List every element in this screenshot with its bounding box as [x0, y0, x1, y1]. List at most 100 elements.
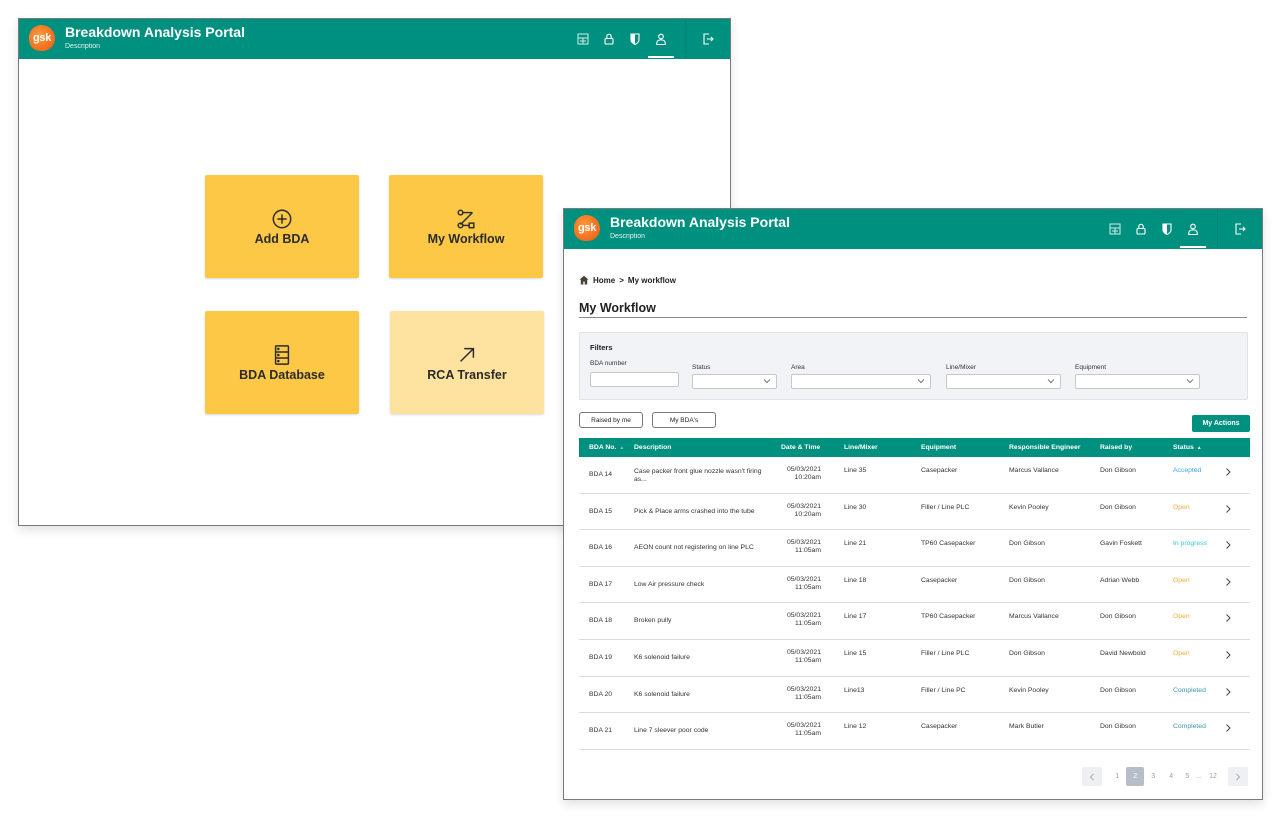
my-actions-button[interactable]: My Actions — [1192, 415, 1250, 432]
open-row-button[interactable] — [1224, 687, 1234, 697]
table-row[interactable]: BDA 21 Line 7 sleever poor code 05/03/2021… — [579, 713, 1250, 750]
breadcrumb-home[interactable]: Home — [593, 276, 615, 285]
logout-button[interactable] — [696, 19, 720, 59]
col-description[interactable]: Description — [634, 444, 671, 451]
page-3[interactable]: 3 — [1144, 767, 1162, 786]
bda-number-input[interactable] — [590, 372, 679, 387]
plus-circle-icon — [272, 209, 292, 228]
logout-button[interactable] — [1228, 209, 1252, 249]
nav-shield[interactable] — [1155, 209, 1179, 249]
tile-label: My Workflow — [427, 231, 505, 246]
responsible-engineer: Marcus Vallance — [1009, 467, 1059, 474]
raised-by: Don Gibson — [1100, 613, 1136, 621]
nav-dashboard[interactable] — [1103, 209, 1127, 249]
nav-lock[interactable] — [1129, 209, 1153, 249]
workflow-icon — [457, 209, 475, 228]
page-2-current[interactable]: 2 — [1126, 767, 1145, 786]
status-badge: Open — [1173, 649, 1190, 657]
table-row[interactable]: BDA 16 AEON count not registering on line… — [579, 530, 1250, 567]
tile-my-workflow[interactable]: My Workflow — [389, 175, 543, 278]
chevron-right-icon — [1226, 687, 1231, 696]
nav-dashboard[interactable] — [571, 19, 595, 59]
bda-number: BDA 14 — [589, 471, 613, 478]
col-line-mixer[interactable]: Line/Mixer — [844, 444, 878, 451]
chevron-right-icon — [1226, 651, 1231, 659]
raised-by: Gavin Foskett — [1100, 540, 1142, 548]
open-row-button[interactable] — [1224, 650, 1234, 660]
shield-icon — [1162, 223, 1172, 235]
equipment: Casepacker — [921, 723, 958, 731]
database-icon — [274, 344, 290, 365]
pagination: 1 2 3 4 5 ... 12 — [1082, 767, 1248, 786]
equipment: Filler / Line PC — [921, 686, 966, 694]
chevron-right-icon — [1226, 468, 1231, 476]
time: 11:05am — [795, 656, 821, 664]
line-mixer: Line 12 — [844, 723, 867, 731]
nav-lock[interactable] — [597, 19, 621, 59]
col-bda-no[interactable]: BDA No. ▲ — [589, 444, 624, 451]
date: 05/03/2021 — [786, 685, 821, 693]
logout-icon — [703, 33, 714, 45]
app-title: Breakdown Analysis Portal — [610, 214, 790, 230]
raised-by-me-button[interactable]: Raised by me — [579, 412, 643, 428]
description: Case packer front glue nozzle wasn't fir… — [634, 468, 762, 483]
open-row-button[interactable] — [1224, 504, 1234, 514]
date-time: 05/03/2021 11:05am — [769, 539, 821, 555]
page-4[interactable]: 4 — [1162, 767, 1180, 786]
area-select[interactable] — [791, 374, 931, 389]
raised-by: Don Gibson — [1100, 723, 1136, 731]
app-subtitle: Description — [610, 233, 646, 240]
status-select[interactable] — [692, 374, 777, 389]
table-row[interactable]: BDA 18 Broken pully 05/03/2021 11:05am Line … — [579, 603, 1250, 640]
table-row[interactable]: BDA 19 K6 solenoid failure 05/03/2021 11:05… — [579, 640, 1250, 677]
nav-user[interactable] — [1180, 209, 1206, 249]
col-equipment[interactable]: Equipment — [921, 444, 956, 451]
line-mixer: Line 17 — [844, 613, 867, 621]
tile-rca-transfer[interactable]: RCA Transfer — [390, 311, 544, 414]
time: 10:20am — [794, 510, 821, 518]
table-row[interactable]: BDA 17 Low Air pressure check 05/03/2021 11… — [579, 567, 1250, 604]
col-date-time[interactable]: Date & Time — [781, 444, 820, 451]
nav-shield[interactable] — [623, 19, 647, 59]
open-row-button[interactable] — [1224, 723, 1234, 733]
page-5[interactable]: 5 — [1180, 767, 1194, 786]
equipment-select[interactable] — [1075, 374, 1200, 389]
open-row-button[interactable] — [1224, 577, 1234, 587]
line-mixer: Line 21 — [844, 540, 867, 548]
sort-asc-icon: ▲ — [1196, 445, 1202, 451]
col-raised-by[interactable]: Raised by — [1100, 444, 1132, 451]
table-row[interactable]: BDA 20 K6 solenoid failure 05/03/2021 11:05… — [579, 677, 1250, 714]
table-row[interactable]: BDA 15 Pick & Place arms crashed into the… — [579, 494, 1250, 531]
page-1[interactable]: 1 — [1108, 767, 1126, 786]
filter-label: Line/Mixer — [946, 364, 976, 371]
gsk-logo: gsk — [29, 25, 55, 51]
raised-by: Adrian Webb — [1100, 576, 1140, 584]
dashboard-icon — [1109, 223, 1121, 235]
tile-add-bda[interactable]: Add BDA — [205, 175, 359, 278]
open-row-button[interactable] — [1224, 467, 1234, 477]
prev-page-button[interactable] — [1082, 767, 1103, 786]
line-mixer-select[interactable] — [946, 374, 1061, 389]
filter-label: Status — [692, 364, 711, 371]
open-row-button[interactable] — [1224, 613, 1234, 623]
equipment: Casepacker — [921, 576, 958, 584]
breadcrumb-current: My workflow — [627, 275, 676, 285]
table-row[interactable]: BDA 14 Case packer front glue nozzle wasn… — [579, 457, 1250, 494]
page-last[interactable]: 12 — [1204, 767, 1222, 786]
description: Broken pully — [634, 617, 672, 625]
nav-user[interactable] — [648, 19, 674, 59]
open-row-button[interactable] — [1224, 540, 1234, 550]
tile-label: BDA Database — [239, 367, 325, 382]
dashboard-icon — [577, 33, 589, 45]
bda-number: BDA 19 — [589, 653, 613, 661]
tile-bda-database[interactable]: BDA Database — [205, 311, 359, 414]
my-bdas-button[interactable]: My BDA's — [652, 412, 716, 428]
date-time: 05/03/2021 11:05am — [769, 686, 821, 702]
date: 05/03/2021 — [786, 648, 821, 656]
user-icon — [656, 33, 666, 45]
date: 05/03/2021 — [786, 722, 821, 730]
col-responsible-engineer[interactable]: Responsible Engineer — [1009, 444, 1080, 451]
next-page-button[interactable] — [1228, 767, 1248, 786]
col-status[interactable]: Status ▲ — [1173, 444, 1202, 451]
status-badge: Completed — [1173, 723, 1206, 731]
